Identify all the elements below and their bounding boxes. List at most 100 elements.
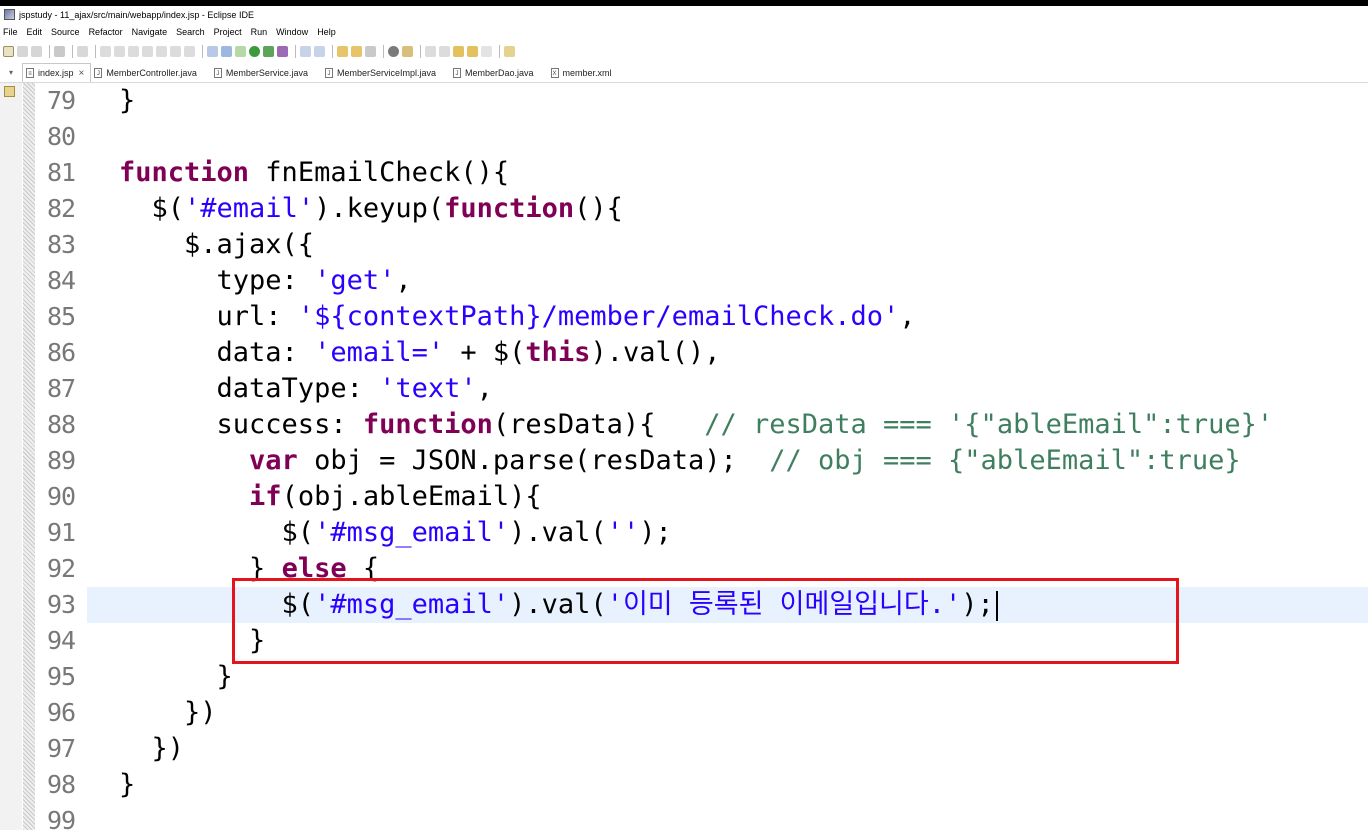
code-line[interactable]: 84 type: 'get', (35, 263, 1368, 299)
code-line[interactable]: 97 }) (35, 731, 1368, 767)
disconnect-icon[interactable] (142, 45, 153, 57)
resume-icon[interactable] (100, 45, 111, 57)
code-line[interactable]: 85 url: '${contextPath}/member/emailChec… (35, 299, 1368, 335)
code-line[interactable]: 79} (35, 83, 1368, 119)
code-editor[interactable]: 79} 80 81 function fnEmailCheck(){82 $('#em… (35, 83, 1368, 830)
tab-label: MemberController.java (106, 68, 197, 78)
new-server-icon[interactable] (300, 45, 311, 57)
save-all-icon[interactable] (31, 45, 42, 57)
annotation-highlight-box (232, 578, 1179, 664)
forward-arrow-icon[interactable] (481, 45, 492, 57)
terminal-icon[interactable] (54, 45, 65, 57)
code-token: fnEmailCheck(){ (249, 157, 510, 188)
tab-membercontroller-java[interactable]: J MemberController.java (91, 64, 211, 82)
last-edit-location-icon[interactable] (453, 45, 464, 57)
suspend-icon[interactable] (114, 45, 125, 57)
run-icon[interactable] (249, 45, 260, 57)
code-line[interactable]: 89 var obj = JSON.parse(resData); // obj… (35, 443, 1368, 479)
menu-navigate[interactable]: Navigate (132, 27, 168, 37)
code-text: }) (119, 731, 185, 767)
step-over-icon[interactable] (170, 45, 181, 57)
code-token: '#msg_email' (314, 517, 510, 548)
code-line[interactable]: 86 data: 'email=' + $(this).val(), (35, 335, 1368, 371)
editor-menu-icon[interactable]: ▾ (0, 62, 22, 82)
menu-run[interactable]: Run (251, 27, 268, 37)
tab-label: index.jsp (38, 68, 74, 78)
terminate-icon[interactable] (128, 45, 139, 57)
tab-memberserviceimpl-java[interactable]: J MemberServiceImpl.java (322, 64, 450, 82)
code-line[interactable]: 91 $('#msg_email').val(''); (35, 515, 1368, 551)
external-tools-icon[interactable] (277, 45, 288, 57)
code-line[interactable]: 95 } (35, 659, 1368, 695)
open-type-icon[interactable] (337, 45, 348, 57)
line-number: 83 (47, 230, 76, 259)
code-token: (obj.ableEmail){ (281, 481, 542, 512)
line-number: 94 (47, 626, 76, 655)
coverage-icon[interactable] (263, 45, 274, 57)
code-token: $( (119, 193, 185, 224)
code-token: } (119, 769, 136, 800)
eclipse-app-icon (4, 9, 15, 20)
code-text: if(obj.ableEmail){ (119, 479, 542, 515)
menu-refactor[interactable]: Refactor (89, 27, 123, 37)
code-line[interactable]: 83 $.ajax({ (35, 227, 1368, 263)
menu-window[interactable]: Window (276, 27, 308, 37)
code-token: , (476, 373, 493, 404)
previous-annotation-icon[interactable] (439, 45, 450, 57)
tab-index-jsp[interactable]: ≡ index.jsp × (22, 63, 92, 82)
line-number: 91 (47, 518, 76, 547)
code-token: data: (119, 337, 315, 368)
code-line[interactable]: 88 success: function(resData){ // resDat… (35, 407, 1368, 443)
code-token: // obj === {"ableEmail":true} (769, 445, 1241, 476)
code-token: '' (606, 517, 640, 548)
code-line[interactable]: 80 (35, 119, 1368, 155)
close-icon[interactable]: × (79, 68, 85, 79)
toolbar-separator (499, 44, 500, 58)
code-line[interactable]: 96 }) (35, 695, 1368, 731)
code-line[interactable]: 98} (35, 767, 1368, 803)
menu-edit[interactable]: Edit (27, 27, 43, 37)
next-annotation-icon[interactable] (425, 45, 436, 57)
toolbar-separator (332, 44, 333, 58)
code-line[interactable]: 81 function fnEmailCheck(){ (35, 155, 1368, 191)
pin-icon[interactable] (365, 45, 376, 57)
toggle-mark-occurrences-icon[interactable] (207, 45, 218, 57)
menu-bar: File Edit Source Refactor Navigate Searc… (0, 24, 1368, 40)
open-perspective-icon[interactable] (504, 45, 515, 57)
annotation-ruler (23, 83, 35, 830)
code-token: '#email' (184, 193, 315, 224)
code-token: ).val(), (590, 337, 721, 368)
menu-project[interactable]: Project (214, 27, 242, 37)
toolbar-separator (420, 44, 421, 58)
code-token: if (249, 481, 282, 512)
menu-help[interactable]: Help (317, 27, 336, 37)
restore-view-icon[interactable] (4, 86, 15, 97)
code-token: 'get' (314, 265, 396, 296)
menu-source[interactable]: Source (51, 27, 80, 37)
tab-memberdao-java[interactable]: J MemberDao.java (450, 64, 548, 82)
debug-icon[interactable] (235, 45, 246, 57)
step-into-icon[interactable] (156, 45, 167, 57)
annotation-icon[interactable] (402, 45, 413, 57)
new-file-icon[interactable] (3, 45, 14, 57)
code-line[interactable]: 87 dataType: 'text', (35, 371, 1368, 407)
xml-file-icon: X (550, 68, 559, 78)
code-line[interactable]: 90 if(obj.ableEmail){ (35, 479, 1368, 515)
menu-file[interactable]: File (3, 27, 18, 37)
code-line[interactable]: 99 (35, 803, 1368, 830)
toggle-block-selection-icon[interactable] (221, 45, 232, 57)
back-arrow-icon[interactable] (467, 45, 478, 57)
menu-search[interactable]: Search (176, 27, 205, 37)
code-line[interactable]: 82 $('#email').keyup(function(){ (35, 191, 1368, 227)
save-icon[interactable] (17, 45, 28, 57)
search-icon[interactable] (388, 45, 399, 57)
step-return-icon[interactable] (184, 45, 195, 57)
tab-member-xml[interactable]: X member.xml (548, 64, 626, 82)
code-token: ).val( (509, 517, 607, 548)
tab-memberservice-java[interactable]: J MemberService.java (211, 64, 322, 82)
toolbar-separator (95, 44, 96, 58)
skip-breakpoints-icon[interactable] (77, 45, 88, 57)
new-java-package-icon[interactable] (314, 45, 325, 57)
open-task-icon[interactable] (351, 45, 362, 57)
